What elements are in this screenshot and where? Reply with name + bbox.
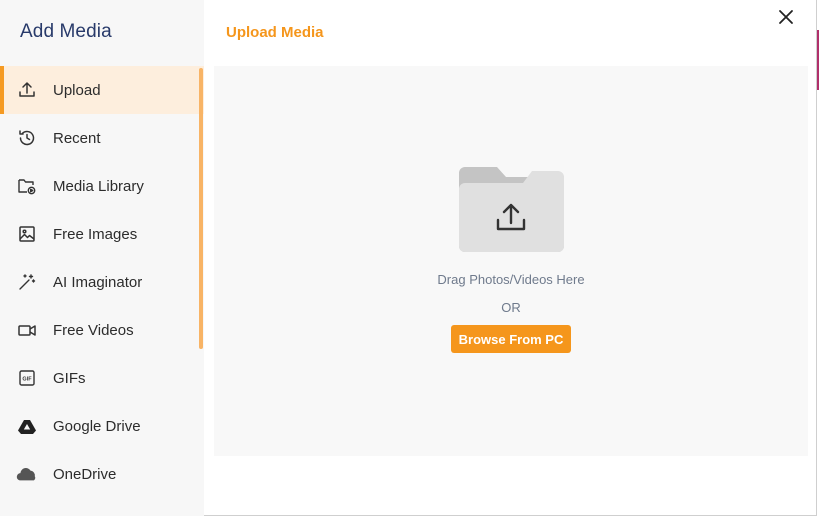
sidebar-list: Upload Recent Media Library Free Images … — [0, 66, 204, 498]
page-title: Upload Media — [226, 24, 324, 41]
upload-icon — [16, 79, 38, 101]
close-icon — [779, 10, 793, 24]
sidebar-item-gifs[interactable]: GIF GIFs — [0, 354, 204, 402]
sidebar-item-free-videos[interactable]: Free Videos — [0, 306, 204, 354]
folder-upload-icon — [459, 167, 564, 252]
sidebar-item-media-library[interactable]: Media Library — [0, 162, 204, 210]
sidebar: Add Media Upload Recent Media Library Fr… — [0, 0, 204, 516]
sidebar-item-label: Google Drive — [53, 417, 141, 435]
sidebar-title: Add Media — [20, 21, 112, 42]
video-camera-icon — [16, 319, 38, 341]
sidebar-item-label: Upload — [53, 81, 101, 99]
drag-instructions: Drag Photos/Videos Here — [437, 272, 585, 287]
sidebar-item-google-drive[interactable]: Google Drive — [0, 402, 204, 450]
sidebar-item-label: GIFs — [53, 369, 86, 387]
upload-dropzone[interactable]: Drag Photos/Videos Here OR Browse From P… — [214, 66, 808, 456]
sidebar-item-label: Media Library — [53, 177, 144, 195]
media-library-icon — [16, 175, 38, 197]
sidebar-item-label: Recent — [53, 129, 101, 147]
sidebar-item-label: Free Images — [53, 225, 138, 243]
onedrive-icon — [16, 463, 38, 485]
magic-wand-icon — [16, 271, 38, 293]
sidebar-item-onedrive[interactable]: OneDrive — [0, 450, 204, 498]
sidebar-item-upload[interactable]: Upload — [0, 66, 204, 114]
sidebar-item-recent[interactable]: Recent — [0, 114, 204, 162]
sidebar-item-label: AI Imaginator — [53, 273, 143, 291]
image-icon — [16, 223, 38, 245]
sidebar-scrollbar[interactable] — [199, 68, 203, 349]
sidebar-item-free-images[interactable]: Free Images — [0, 210, 204, 258]
sidebar-item-ai-imaginator[interactable]: AI Imaginator — [0, 258, 204, 306]
or-separator: OR — [501, 300, 521, 315]
browse-from-pc-button[interactable]: Browse From PC — [451, 325, 571, 353]
svg-text:GIF: GIF — [22, 377, 32, 383]
google-drive-icon — [16, 415, 38, 437]
sidebar-item-label: OneDrive — [53, 465, 117, 483]
sidebar-item-label: Free Videos — [53, 321, 134, 339]
gif-icon: GIF — [16, 367, 38, 389]
history-icon — [16, 127, 38, 149]
close-button[interactable] — [774, 5, 798, 29]
add-media-modal: Add Media Upload Recent Media Library Fr… — [0, 0, 817, 516]
